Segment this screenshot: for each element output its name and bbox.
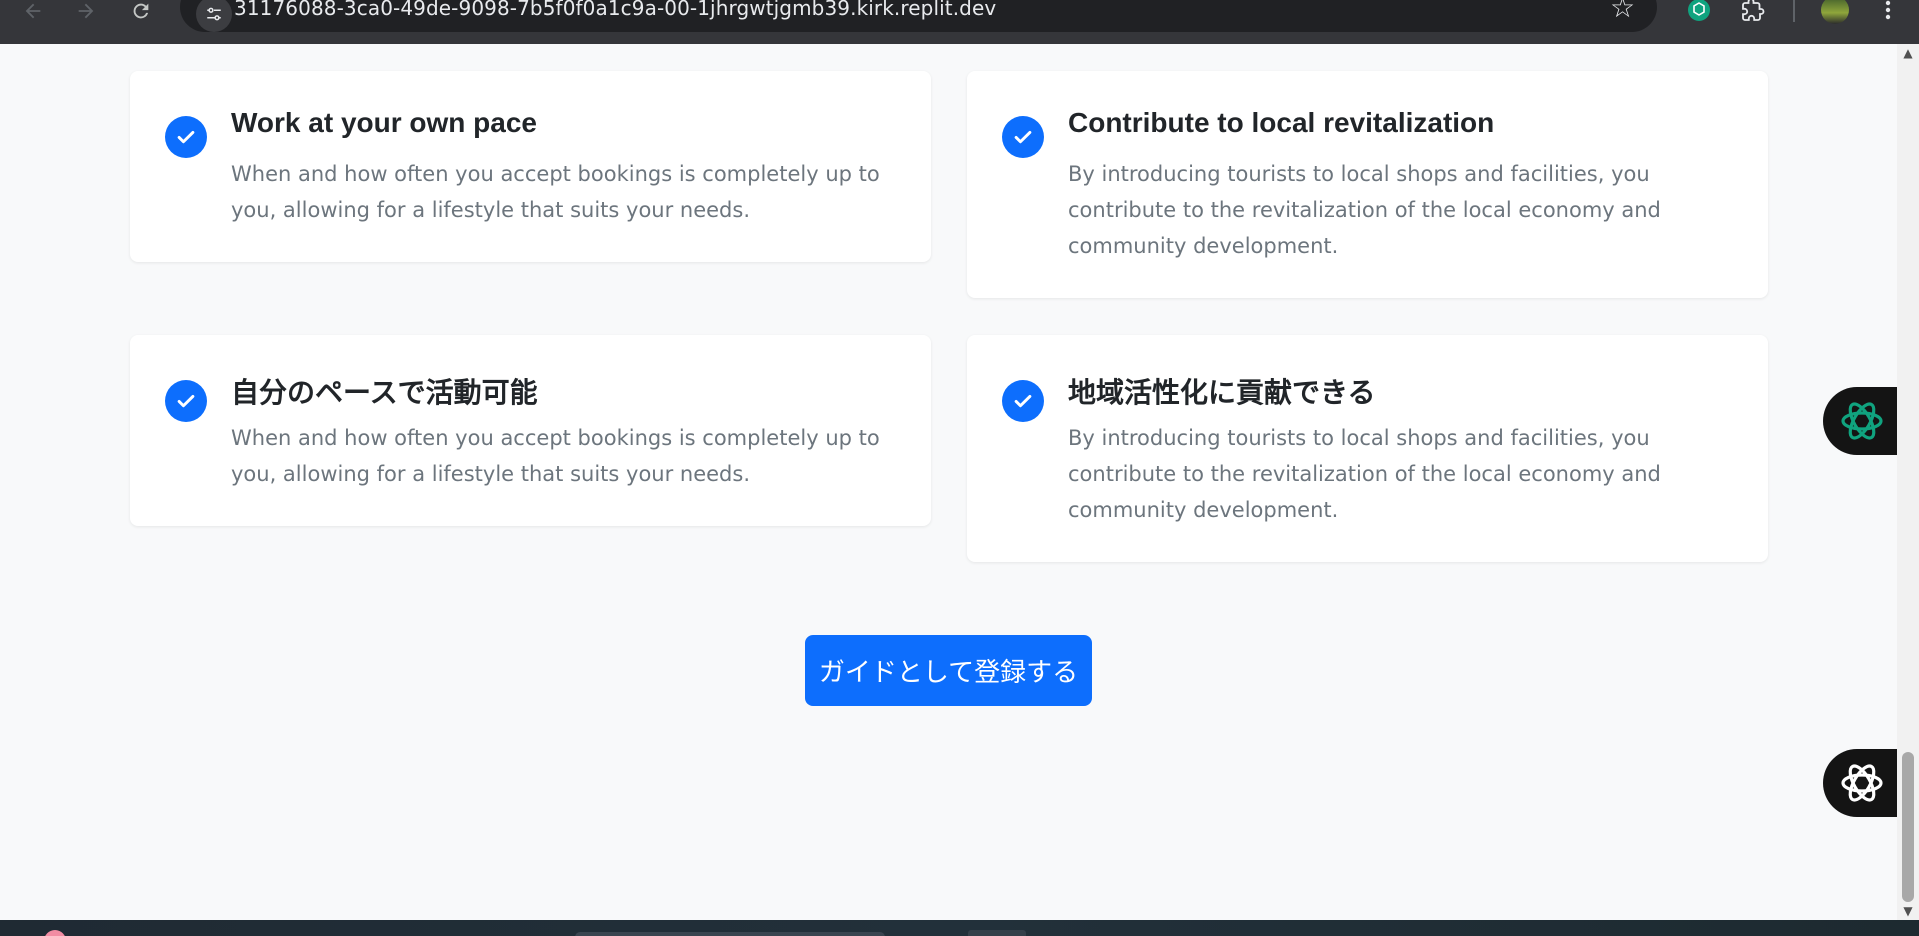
back-arrow-icon[interactable] (15, 0, 51, 22)
chatgpt-extension-icon[interactable] (1681, 0, 1717, 28)
menu-kebab-icon[interactable] (1870, 0, 1906, 28)
profile-avatar-icon[interactable] (1817, 0, 1853, 28)
taskbar-app-icon[interactable] (44, 930, 66, 936)
feature-title: 地域活性化に貢献できる (1068, 376, 1376, 409)
feature-card: 地域活性化に貢献できる By introducing tourists to l… (967, 335, 1768, 562)
taskbar-search-box[interactable] (575, 932, 885, 936)
feature-title: Work at your own pace (231, 107, 537, 138)
toolbar-divider (1793, 0, 1795, 22)
feature-card: Contribute to local revitalization By in… (967, 71, 1768, 298)
feature-card: Work at your own pace When and how often… (130, 71, 931, 262)
check-circle-icon (165, 380, 207, 422)
scrollbar-thumb[interactable] (1902, 752, 1914, 902)
feature-card: 自分のペースで活動可能 When and how often you accep… (130, 335, 931, 526)
feature-title: Contribute to local revitalization (1068, 107, 1495, 138)
feature-description: By introducing tourists to local shops a… (1068, 162, 1661, 258)
forward-arrow-icon[interactable] (68, 0, 104, 22)
register-as-guide-button[interactable]: ガイドとして登録する (805, 635, 1092, 706)
check-circle-icon (1002, 116, 1044, 158)
browser-toolbar: 31176088-3ca0-49de-9098-7b5f0f0a1c9a-00-… (0, 0, 1919, 44)
extensions-puzzle-icon[interactable] (1735, 0, 1771, 28)
assistant-sidebar-widget[interactable] (1823, 749, 1903, 817)
os-taskbar (0, 920, 1919, 936)
bookmark-star-icon[interactable]: ☆ (1610, 0, 1635, 22)
check-circle-icon (1002, 380, 1044, 422)
page-content: Work at your own pace When and how often… (0, 44, 1897, 920)
chatgpt-sidebar-widget[interactable] (1823, 387, 1903, 455)
feature-description: By introducing tourists to local shops a… (1068, 426, 1661, 522)
taskbar-app-icon[interactable] (968, 930, 1026, 936)
feature-description: When and how often you accept bookings i… (231, 162, 880, 222)
feature-title: 自分のペースで活動可能 (231, 376, 538, 409)
reload-icon[interactable] (123, 0, 159, 22)
check-circle-icon (165, 116, 207, 158)
site-settings-icon[interactable] (196, 0, 232, 32)
openai-logo-icon (1841, 764, 1883, 802)
scroll-down-arrow-icon[interactable]: ▼ (1897, 902, 1919, 920)
feature-description: When and how often you accept bookings i… (231, 426, 880, 486)
scroll-up-arrow-icon[interactable]: ▲ (1897, 44, 1919, 62)
address-bar[interactable]: 31176088-3ca0-49de-9098-7b5f0f0a1c9a-00-… (180, 0, 1657, 32)
url-text[interactable]: 31176088-3ca0-49de-9098-7b5f0f0a1c9a-00-… (234, 0, 996, 20)
chatgpt-logo-icon (1841, 402, 1883, 440)
vertical-scrollbar[interactable]: ▲ ▼ (1897, 44, 1919, 920)
